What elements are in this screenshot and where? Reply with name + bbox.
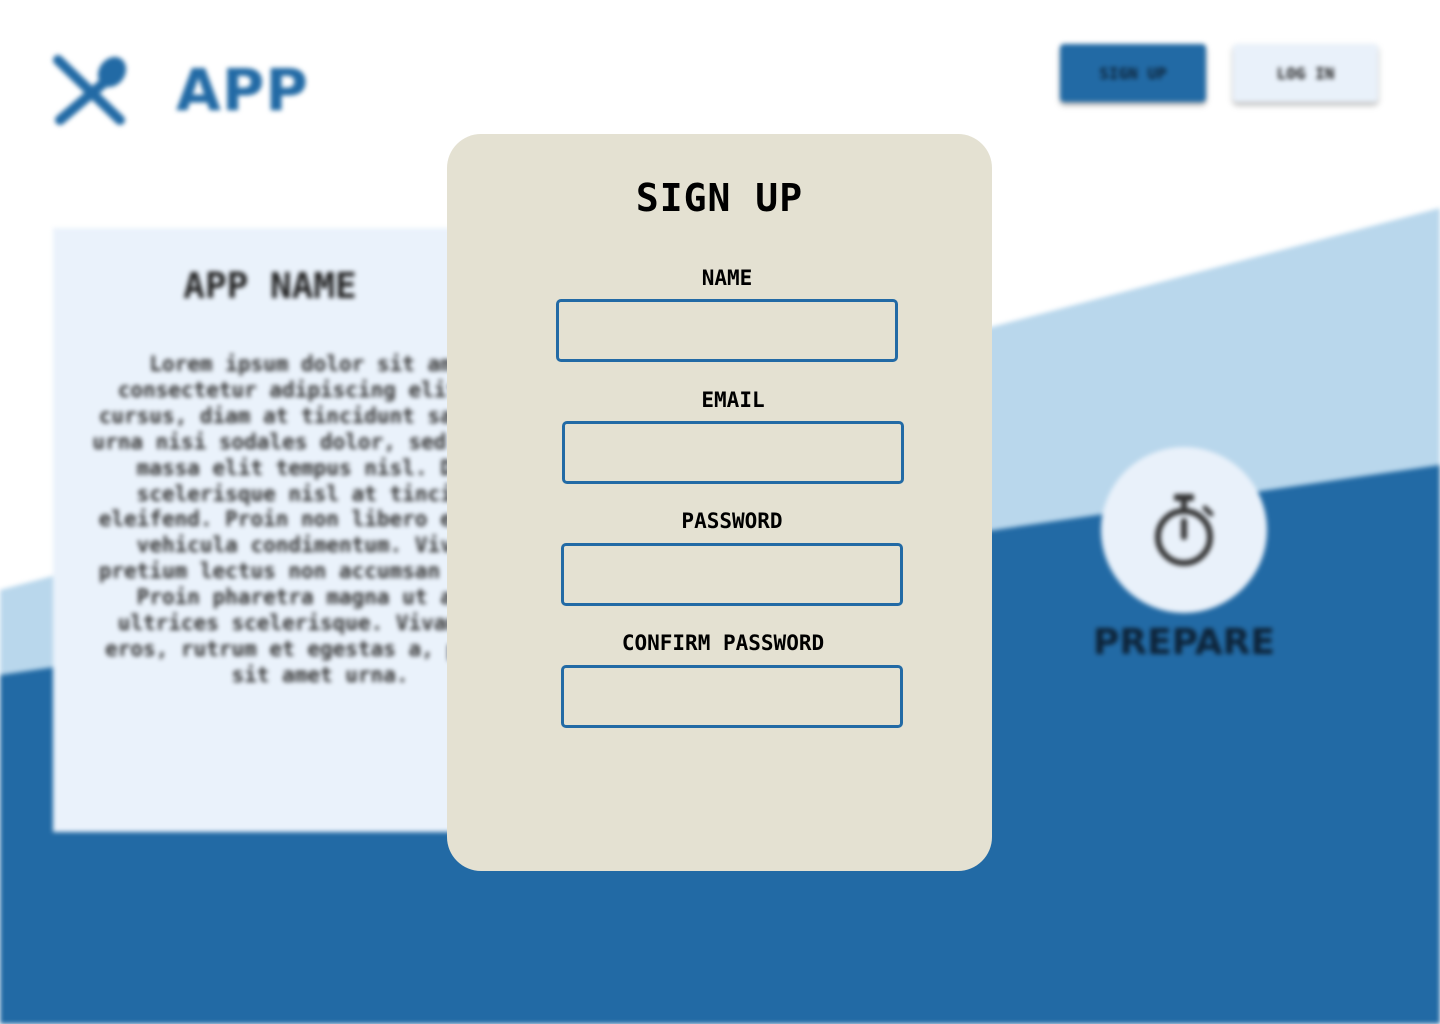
password-input[interactable] — [561, 543, 903, 606]
feature-prepare-circle — [1101, 447, 1267, 613]
fork-spoon-logo-icon — [50, 52, 130, 126]
app-title: APP — [176, 56, 309, 124]
stopwatch-icon — [1155, 494, 1214, 566]
name-field-label: NAME — [701, 266, 753, 290]
name-input[interactable] — [556, 299, 898, 362]
email-input[interactable] — [562, 421, 904, 484]
password-field-label: PASSWORD — [681, 509, 783, 533]
email-field-label: EMAIL — [701, 388, 765, 412]
signup-modal-title: SIGN UP — [635, 176, 804, 220]
feature-prepare-label: PREPARE — [1093, 622, 1275, 663]
signup-button[interactable]: SIGN UP — [1060, 44, 1206, 102]
confirm-password-field-label: CONFIRM PASSWORD — [621, 631, 825, 655]
login-button[interactable]: LOG IN — [1233, 44, 1378, 102]
signup-modal — [447, 134, 992, 871]
confirm-password-input[interactable] — [561, 665, 903, 728]
